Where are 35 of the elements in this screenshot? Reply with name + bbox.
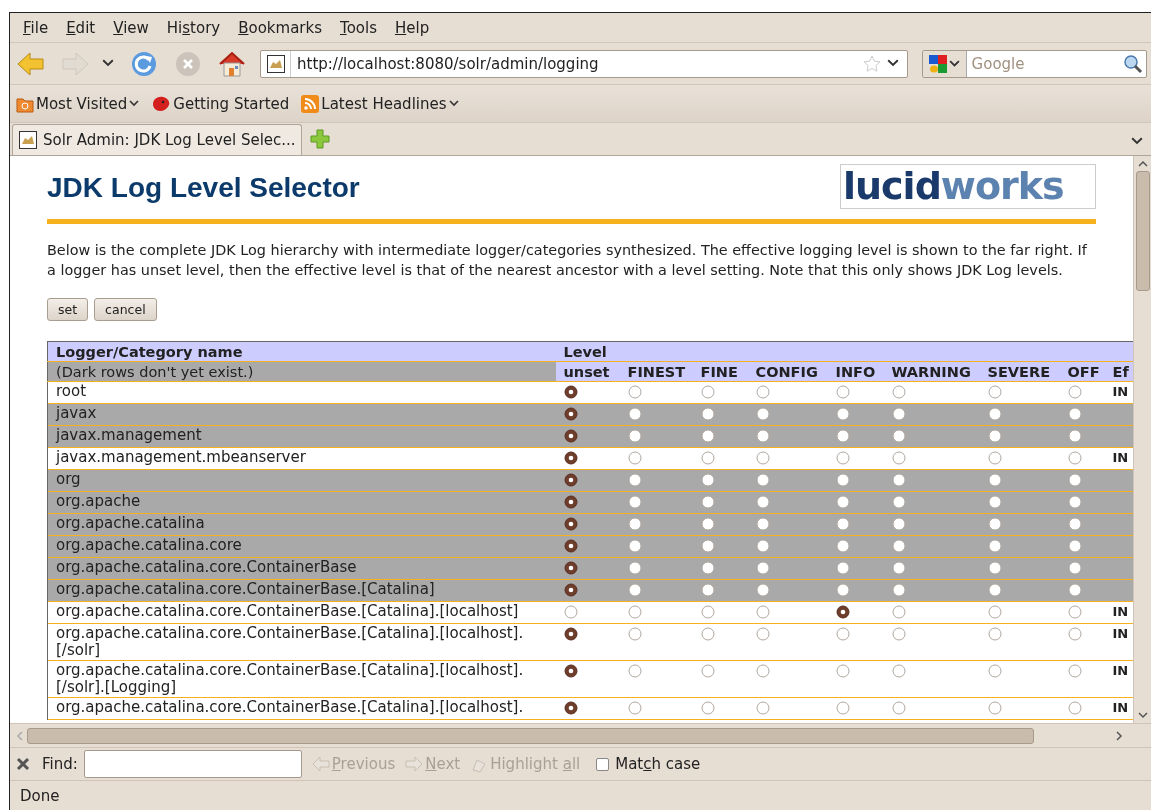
column-header: Logger/Category name [47,341,556,362]
form-button[interactable]: cancel [94,298,157,321]
find-label: Find: [42,755,78,773]
status-text: Done [20,786,60,805]
logger-name: org [47,469,556,492]
page-title: JDK Log Level Selector [47,172,360,204]
logger-name: org.apache.catalina.core.ContainerBase [47,557,556,580]
logger-name: org.apache.catalina.core.ContainerBase.[Catalina] [47,579,556,602]
menu-item[interactable]: Bookmarks [229,18,331,37]
menu-item[interactable]: History [157,18,230,37]
logger-name: root [47,381,556,404]
column-header: Level [555,341,1133,362]
bookmark-item[interactable]: Most Visited [16,94,140,113]
bookmark-item[interactable]: Latest Headlines [301,94,459,113]
checkbox-label: Match case [615,755,701,773]
logger-name: org.apache.catalina.core [47,535,556,558]
menu-item[interactable]: View [104,18,158,37]
logo: lucidworks [840,164,1096,209]
table-note: (Dark rows don't yet exist.) [47,361,556,382]
menu-item[interactable]: File [14,18,58,37]
logger-name: org.apache.catalina.core.ContainerBase.[Catalina].[localhost]. [47,697,556,720]
logger-name: org.apache.catalina.core.ContainerBase.[Catalina].[localhost] [47,601,556,624]
logger-name: org.apache.catalina [47,513,556,536]
bookmark-item[interactable]: Getting Started [151,94,290,113]
url-field[interactable]: http://localhost:8080/solr/admin/logging [260,49,908,78]
menu-item[interactable]: Help [385,18,439,37]
logger-name: org.apache [47,491,556,514]
logger-name: javax.management [47,425,556,448]
browser-tab[interactable]: Solr Admin: JDK Log Level Selec... [12,124,302,155]
logger-name: javax.management.mbeanserver [47,447,556,470]
menu-item[interactable]: Tools [331,18,386,37]
description: Below is the complete JDK Log hierarchy with intermediate logger/categories synthesized. The effective logging level is shown to the far right. If a logger has unset level, then the effective level is that of the nearest ancestor with a level setting. Note that this only shows JDK Log levels. [47,241,1088,280]
menu-item[interactable]: Edit [57,18,105,37]
logger-name: javax [47,403,556,426]
form-button[interactable]: set [47,298,89,321]
